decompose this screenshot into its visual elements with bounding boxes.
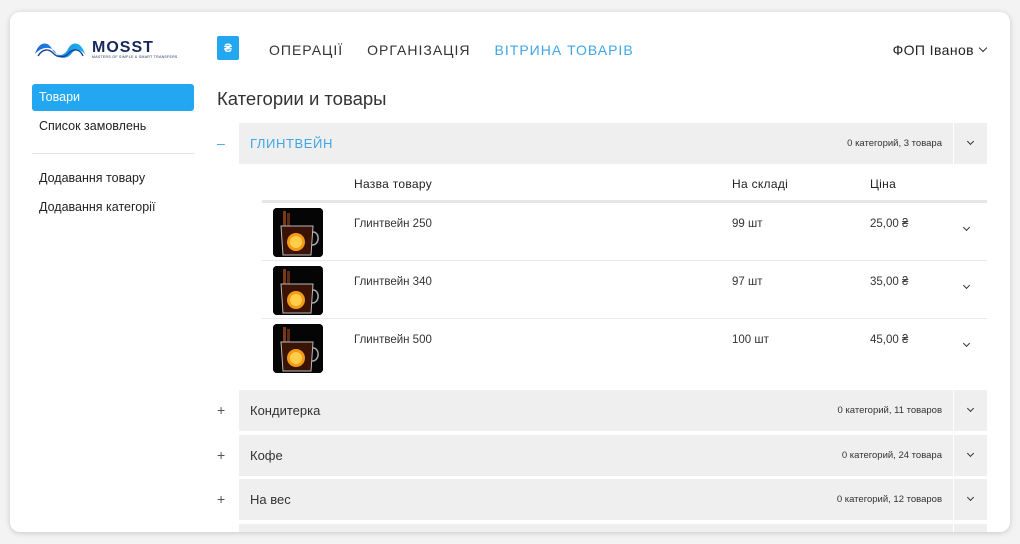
product-name[interactable]: Глинтвейн 340 [354,276,432,288]
category-row[interactable]: + Кондитерка 0 категорий, 11 товаров [217,390,987,431]
sidebar: Товари Список замовлень Додавання товару… [32,84,194,223]
row-expand-button[interactable] [962,275,971,293]
expand-toggle[interactable]: + [217,479,239,520]
category-bar[interactable]: ГЛИНТВЕЙН 0 категорий, 3 товара [239,123,953,164]
top-navigation: ОПЕРАЦІЇ ОРГАНІЗАЦІЯ ВІТРИНА ТОВАРІВ [269,42,634,58]
product-stock: 97 шт [732,276,763,288]
header-name: Назва товару [354,177,433,191]
sidebar-item-orders[interactable]: Список замовлень [32,113,194,140]
sidebar-item-add-product[interactable]: Додавання товару [32,165,194,192]
expand-toggle[interactable]: + [217,435,239,476]
category-row[interactable]: + Кофе 0 категорий, 24 товара [217,435,987,476]
category-row[interactable]: – ГЛИНТВЕЙН 0 категорий, 3 товара [217,123,987,164]
category-bar[interactable] [239,524,953,532]
chevron-down-icon [966,404,975,413]
row-expand-button[interactable] [962,333,971,351]
nav-operations[interactable]: ОПЕРАЦІЇ [269,42,343,58]
chevron-down-icon [962,339,971,348]
product-stock: 100 шт [732,334,769,346]
category-bar[interactable]: Кондитерка 0 категорий, 11 товаров [239,390,953,431]
product-name[interactable]: Глинтвейн 250 [354,218,432,230]
category-bar[interactable]: На вес 0 категорий, 12 товаров [239,479,953,520]
table-row[interactable]: Глинтвейн 250 99 шт 25,00 ₴ [262,203,987,261]
product-thumbnail [273,266,323,315]
category-row-partial[interactable] [217,524,987,532]
product-price: 45,00 ₴ [870,334,909,346]
table-row[interactable]: Глинтвейн 340 97 шт 35,00 ₴ [262,261,987,319]
category-expand-button[interactable] [954,390,987,431]
sidebar-item-add-category[interactable]: Додавання категорії [32,194,194,221]
expand-toggle[interactable]: + [217,390,239,431]
chevron-down-icon [962,223,971,232]
header-price: Ціна [870,177,897,191]
product-thumbnail [273,324,323,373]
collapse-toggle[interactable]: – [217,123,239,164]
category-count: 0 категорий, 24 товара [841,450,942,461]
nav-organization[interactable]: ОРГАНІЗАЦІЯ [367,42,470,58]
category-row[interactable]: + На вес 0 категорий, 12 товаров [217,479,987,520]
product-thumbnail [273,208,323,257]
row-expand-button[interactable] [962,217,971,235]
category-name[interactable]: На вес [250,479,291,520]
product-price: 25,00 ₴ [870,218,909,230]
category-count: 0 категорий, 11 товаров [837,405,942,416]
brand-name: MOSST [92,38,154,56]
category-name[interactable]: Кондитерка [250,390,320,431]
user-name: ФОП Іванов [892,42,974,58]
hryvnia-app-icon[interactable]: ₴ [217,36,239,60]
chevron-down-icon [966,137,975,146]
product-stock: 99 шт [732,218,763,230]
header-stock: На складі [732,177,789,191]
sidebar-divider [32,153,194,154]
chevron-down-icon [962,281,971,290]
table-header: Назва товару На складі Ціна [262,165,987,203]
chevron-down-icon [966,449,975,458]
mosst-logo[interactable]: MOSST MASTERS OF SIMPLE & SMART TRANSFER… [34,38,178,60]
category-count: 0 категорий, 3 товара [847,138,942,149]
table-row[interactable]: Глинтвейн 500 100 шт 45,00 ₴ [262,319,987,377]
app-window: MOSST MASTERS OF SIMPLE & SMART TRANSFER… [10,12,1010,532]
sidebar-item-products[interactable]: Товари [32,84,194,111]
chevron-down-icon [966,493,975,502]
chevron-down-icon [978,43,988,53]
page-title: Категории и товары [217,88,387,109]
category-expand-button[interactable] [954,123,987,164]
category-expand-button[interactable] [954,524,987,532]
nav-showcase[interactable]: ВІТРИНА ТОВАРІВ [495,42,634,58]
user-menu[interactable]: ФОП Іванов [892,42,988,58]
brand-tagline: MASTERS OF SIMPLE & SMART TRANSFERS [92,54,178,59]
category-name[interactable]: Кофе [250,435,283,476]
logo-waves-icon [35,43,85,58]
product-price: 35,00 ₴ [870,276,909,288]
category-expand-button[interactable] [954,479,987,520]
category-bar[interactable]: Кофе 0 категорий, 24 товара [239,435,953,476]
category-name[interactable]: ГЛИНТВЕЙН [250,123,333,164]
product-name[interactable]: Глинтвейн 500 [354,334,432,346]
category-expand-button[interactable] [954,435,987,476]
category-count: 0 категорий, 12 товаров [836,494,942,505]
products-table: Назва товару На складі Ціна Глинтвейн 25… [262,165,987,377]
